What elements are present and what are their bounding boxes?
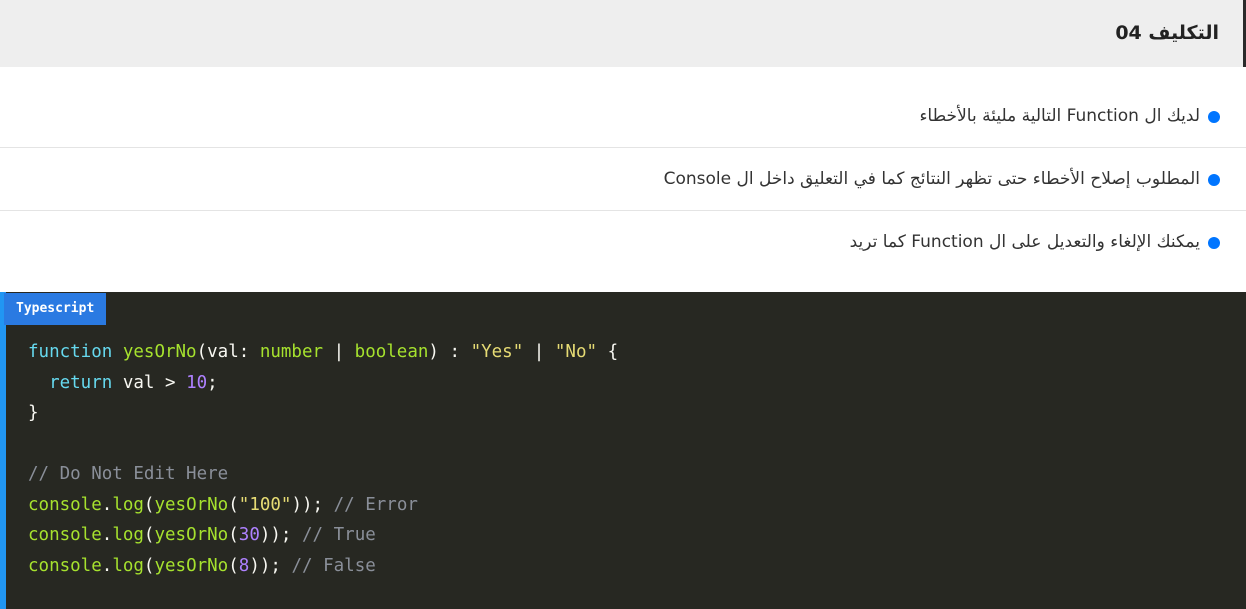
code-line: console.log(yesOrNo("100")); // Error (28, 495, 418, 515)
instructions-list: لديك ال Function التالية مليئة بالأخطاء … (0, 85, 1246, 274)
code-text: . (101, 555, 113, 576)
bullet-icon (1208, 174, 1220, 186)
code-string: "Yes" (470, 342, 524, 362)
code-identifier: log (112, 494, 144, 515)
code-text: ; (207, 372, 218, 393)
code-type: boolean (354, 342, 429, 362)
code-keyword: function (28, 342, 113, 362)
code-number: 30 (238, 525, 260, 545)
code-number: 10 (186, 372, 208, 393)
code-line: // Do Not Edit Here (28, 464, 228, 484)
code-text: } (28, 403, 39, 423)
code-string: "100" (238, 494, 292, 515)
assignment-header: التكليف 04 (0, 0, 1246, 67)
code-text: ( (143, 555, 155, 576)
code-identifier: yesOrNo (122, 342, 197, 362)
code-identifier: log (112, 555, 144, 576)
code-type: number (259, 342, 324, 362)
code-identifier: console (28, 494, 102, 515)
code-string: "No" (554, 342, 598, 362)
code-comment: // True (302, 525, 376, 545)
code-comment: // Error (333, 494, 418, 515)
code-identifier: console (28, 555, 102, 576)
list-item: يمكنك الإلغاء والتعديل على ال Function ك… (0, 211, 1246, 274)
code-identifier: yesOrNo (154, 525, 229, 545)
language-badge: Typescript (4, 293, 107, 325)
code-line: return val > 10; (28, 373, 218, 393)
list-item: لديك ال Function التالية مليئة بالأخطاء (0, 85, 1246, 148)
code-text: )); (259, 525, 303, 545)
code-text: )); (249, 555, 292, 576)
code-line: console.log(yesOrNo(30)); // True (28, 525, 376, 545)
code-comment: // False (291, 555, 376, 576)
code-line: function yesOrNo(val: number | boolean) … (28, 342, 618, 362)
instruction-text: المطلوب إصلاح الأخطاء حتى تظهر النتائج ك… (663, 169, 1200, 189)
code-identifier: log (112, 525, 144, 545)
code-text: val > (112, 372, 187, 393)
code-identifier: yesOrNo (154, 555, 229, 576)
code-text: | (523, 342, 555, 362)
code-text: ) : (428, 342, 471, 362)
list-item: المطلوب إصلاح الأخطاء حتى تظهر النتائج ك… (0, 148, 1246, 211)
instruction-text: لديك ال Function التالية مليئة بالأخطاء (919, 106, 1200, 126)
code-text: { (597, 342, 619, 362)
code-line: } (28, 403, 39, 423)
code-content[interactable]: function yesOrNo(val: number | boolean) … (28, 337, 618, 581)
instruction-text: يمكنك الإلغاء والتعديل على ال Function ك… (849, 232, 1200, 252)
code-keyword: return (49, 372, 113, 393)
code-text: ( (143, 494, 155, 515)
code-comment: // Do Not Edit Here (28, 464, 229, 484)
code-text: ( (143, 525, 155, 545)
code-text: ( (228, 494, 239, 515)
bullet-icon (1208, 237, 1220, 249)
code-identifier: console (28, 525, 102, 545)
code-number: 8 (238, 555, 250, 576)
code-text: (val: (196, 342, 260, 362)
code-text: )); (291, 494, 334, 515)
code-text: . (101, 494, 113, 515)
code-identifier: yesOrNo (154, 494, 229, 515)
code-text: ( (228, 525, 239, 545)
assignment-title: التكليف 04 (1115, 22, 1219, 44)
code-line: console.log(yesOrNo(8)); // False (28, 556, 376, 576)
code-text: . (101, 525, 113, 545)
bullet-icon (1208, 111, 1220, 123)
code-text: | (323, 342, 355, 362)
code-text: ( (228, 555, 239, 576)
